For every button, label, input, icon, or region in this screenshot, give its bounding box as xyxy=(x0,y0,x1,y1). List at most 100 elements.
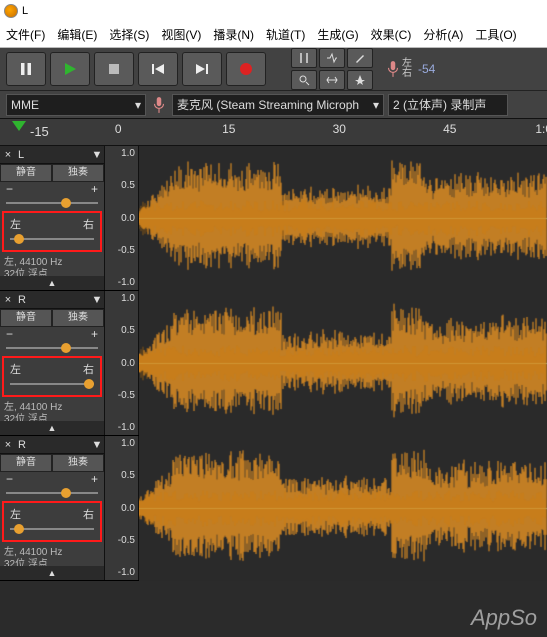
menu-file[interactable]: 文件(F) xyxy=(0,23,51,46)
timeline-ruler[interactable]: -15 01530451:00 xyxy=(0,118,547,146)
track-close-button[interactable]: × xyxy=(0,149,16,161)
pan-left-label: 左 xyxy=(10,361,21,377)
menu-generate[interactable]: 生成(G) xyxy=(311,23,364,46)
gain-plus: + xyxy=(91,182,98,196)
mute-button[interactable]: 静音 xyxy=(0,454,52,472)
gain-minus: − xyxy=(6,472,13,486)
amp-label: 1.0 xyxy=(105,148,138,159)
envelope-tool-icon[interactable] xyxy=(319,48,345,68)
pan-left-label: 左 xyxy=(10,506,21,522)
track-collapse-button[interactable]: ▲ xyxy=(0,276,104,290)
menu-view[interactable]: 视图(V) xyxy=(155,23,207,46)
track-close-button[interactable]: × xyxy=(0,439,16,451)
input-device-value: 麦克风 (Steam Streaming Microph xyxy=(177,96,359,113)
gain-minus: − xyxy=(6,182,13,196)
skip-end-button[interactable] xyxy=(182,52,222,86)
amp-label: -0.5 xyxy=(105,390,138,401)
gain-plus: + xyxy=(91,472,98,486)
record-button[interactable] xyxy=(226,52,266,86)
timeline-tick: 45 xyxy=(443,122,456,136)
timeshift-tool-icon[interactable] xyxy=(319,70,345,90)
channels-value: 2 (立体声) 录制声 xyxy=(393,96,486,113)
track-menu-dropdown[interactable]: ▼ xyxy=(90,294,104,306)
mute-button[interactable]: 静音 xyxy=(0,309,52,327)
amp-label: 1.0 xyxy=(105,293,138,304)
timeline-tick: 0 xyxy=(115,122,122,136)
gain-minus: − xyxy=(6,327,13,341)
transport-toolbar: 左 右 -54 xyxy=(0,48,547,90)
pause-button[interactable] xyxy=(6,52,46,86)
menu-effect[interactable]: 效果(C) xyxy=(365,23,418,46)
gain-plus: + xyxy=(91,327,98,341)
audio-host-select[interactable]: MME▾ xyxy=(6,94,146,116)
track-control-panel: ×R▼静音独奏−+左右左, 44100 Hz32位 浮点▲ xyxy=(0,436,105,580)
menu-tools[interactable]: 工具(O) xyxy=(469,23,522,46)
track-menu-dropdown[interactable]: ▼ xyxy=(90,439,104,451)
audio-track: ×L▼静音独奏−+左右左, 44100 Hz32位 浮点▲1.00.50.0-0… xyxy=(0,146,547,291)
solo-button[interactable]: 独奏 xyxy=(52,309,104,327)
track-name[interactable]: R xyxy=(16,439,90,451)
menu-edit[interactable]: 编辑(E) xyxy=(51,23,103,46)
pan-highlight-box: 左右 xyxy=(2,501,102,542)
amp-label: 1.0 xyxy=(105,438,138,449)
track-control-panel: ×R▼静音独奏−+左右左, 44100 Hz32位 浮点▲ xyxy=(0,291,105,435)
pan-right-label: 右 xyxy=(83,506,94,522)
amp-label: -1.0 xyxy=(105,567,138,578)
amp-label: 0.5 xyxy=(105,470,138,481)
track-menu-dropdown[interactable]: ▼ xyxy=(90,149,104,161)
pan-slider[interactable] xyxy=(10,377,94,391)
app-logo-icon xyxy=(4,4,18,18)
track-collapse-button[interactable]: ▲ xyxy=(0,566,104,580)
track-close-button[interactable]: × xyxy=(0,294,16,306)
meter-right-label: 右 xyxy=(402,69,412,79)
pan-right-label: 右 xyxy=(83,216,94,232)
meter-db: -54 xyxy=(418,62,435,76)
track-name[interactable]: L xyxy=(16,149,90,161)
selection-tool-icon[interactable] xyxy=(291,48,317,68)
stop-button[interactable] xyxy=(94,52,134,86)
waveform-canvas[interactable] xyxy=(139,291,547,436)
microphone-icon xyxy=(150,96,168,114)
channels-select[interactable]: 2 (立体声) 录制声 xyxy=(388,94,508,116)
record-meter[interactable]: 左 右 -54 xyxy=(378,59,541,79)
menu-tracks[interactable]: 轨道(T) xyxy=(260,23,311,46)
gain-slider[interactable] xyxy=(6,341,98,355)
title-bar: L xyxy=(0,0,547,22)
gain-slider[interactable] xyxy=(6,196,98,210)
waveform-canvas[interactable] xyxy=(139,436,547,581)
waveform-area[interactable]: 1.00.50.0-0.5-1.0 xyxy=(105,146,547,290)
draw-tool-icon[interactable] xyxy=(347,48,373,68)
waveform-canvas[interactable] xyxy=(139,146,547,291)
pan-right-label: 右 xyxy=(83,361,94,377)
input-device-select[interactable]: 麦克风 (Steam Streaming Microph▾ xyxy=(172,94,384,116)
pan-left-label: 左 xyxy=(10,216,21,232)
play-button[interactable] xyxy=(50,52,90,86)
playhead-time: -15 xyxy=(30,124,49,139)
track-control-panel: ×L▼静音独奏−+左右左, 44100 Hz32位 浮点▲ xyxy=(0,146,105,290)
pan-slider[interactable] xyxy=(10,232,94,246)
microphone-icon xyxy=(384,60,402,78)
playhead-icon[interactable] xyxy=(12,121,26,135)
solo-button[interactable]: 独奏 xyxy=(52,454,104,472)
watermark: AppSo xyxy=(471,605,537,631)
multi-tool-icon[interactable] xyxy=(347,70,373,90)
menu-select[interactable]: 选择(S) xyxy=(103,23,155,46)
pan-slider[interactable] xyxy=(10,522,94,536)
menu-transport[interactable]: 播录(N) xyxy=(207,23,260,46)
solo-button[interactable]: 独奏 xyxy=(52,164,104,182)
timeline-tick: 15 xyxy=(222,122,235,136)
track-collapse-button[interactable]: ▲ xyxy=(0,421,104,435)
amp-label: -1.0 xyxy=(105,422,138,433)
pan-highlight-box: 左右 xyxy=(2,356,102,397)
gain-slider[interactable] xyxy=(6,486,98,500)
timeline-tick: 1:00 xyxy=(535,122,547,136)
mute-button[interactable]: 静音 xyxy=(0,164,52,182)
menu-analyze[interactable]: 分析(A) xyxy=(417,23,469,46)
track-name[interactable]: R xyxy=(16,294,90,306)
zoom-tool-icon[interactable] xyxy=(291,70,317,90)
skip-start-button[interactable] xyxy=(138,52,178,86)
waveform-area[interactable]: 1.00.50.0-0.5-1.0 xyxy=(105,436,547,580)
waveform-area[interactable]: 1.00.50.0-0.5-1.0 xyxy=(105,291,547,435)
amp-label: -0.5 xyxy=(105,535,138,546)
audio-track: ×R▼静音独奏−+左右左, 44100 Hz32位 浮点▲1.00.50.0-0… xyxy=(0,291,547,436)
